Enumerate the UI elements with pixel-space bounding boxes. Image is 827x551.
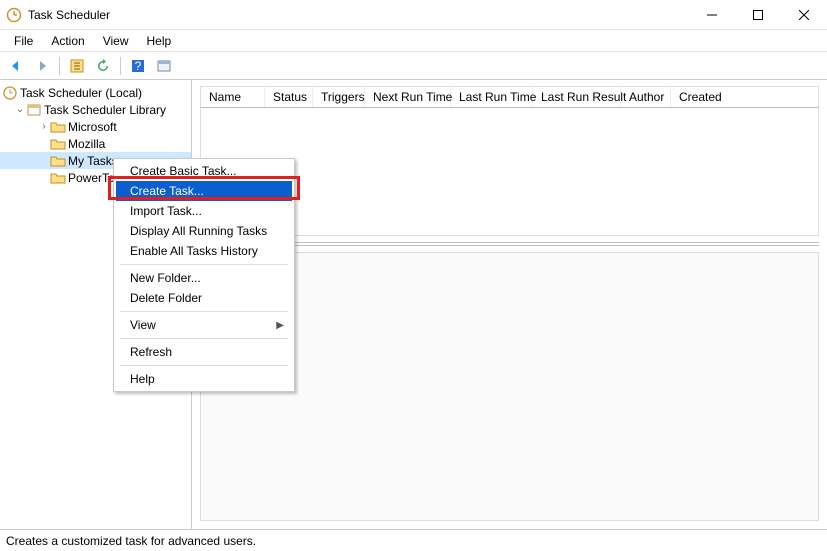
col-author[interactable]: Author xyxy=(621,87,671,107)
tree-folder-label: PowerTo xyxy=(68,171,115,185)
window-title: Task Scheduler xyxy=(28,8,689,22)
ctx-refresh[interactable]: Refresh xyxy=(116,342,292,362)
properties-button[interactable] xyxy=(152,55,176,77)
menu-action[interactable]: Action xyxy=(43,32,92,50)
library-icon xyxy=(26,102,42,118)
col-name[interactable]: Name xyxy=(201,87,265,107)
tree-folder-label: Mozilla xyxy=(68,137,105,151)
ctx-display-running-tasks[interactable]: Display All Running Tasks xyxy=(116,221,292,241)
nav-forward-button[interactable] xyxy=(30,55,54,77)
menu-help[interactable]: Help xyxy=(139,32,180,50)
ctx-enable-history[interactable]: Enable All Tasks History xyxy=(116,241,292,261)
clock-icon xyxy=(2,85,18,101)
action-button[interactable] xyxy=(65,55,89,77)
folder-icon xyxy=(50,136,66,152)
submenu-arrow-icon: ▶ xyxy=(276,320,284,331)
titlebar: Task Scheduler xyxy=(0,0,827,30)
folder-icon xyxy=(50,119,66,135)
context-menu: Create Basic Task... Create Task... Impo… xyxy=(113,158,295,392)
ctx-import-task[interactable]: Import Task... xyxy=(116,201,292,221)
tree-folder-microsoft[interactable]: › Microsoft xyxy=(0,118,191,135)
col-last-result[interactable]: Last Run Result xyxy=(533,87,621,107)
refresh-button[interactable] xyxy=(91,55,115,77)
maximize-button[interactable] xyxy=(735,0,781,30)
tree-library[interactable]: ⌄ Task Scheduler Library xyxy=(0,101,191,118)
ctx-help[interactable]: Help xyxy=(116,369,292,389)
ctx-separator xyxy=(120,365,288,366)
col-next-run[interactable]: Next Run Time xyxy=(365,87,451,107)
col-triggers[interactable]: Triggers xyxy=(313,87,365,107)
col-created[interactable]: Created xyxy=(671,87,818,107)
ctx-view[interactable]: View ▶ xyxy=(116,315,292,335)
ctx-create-task[interactable]: Create Task... xyxy=(116,181,292,201)
folder-icon xyxy=(50,170,66,186)
close-button[interactable] xyxy=(781,0,827,30)
help-button[interactable]: ? xyxy=(126,55,150,77)
ctx-separator xyxy=(120,264,288,265)
minimize-button[interactable] xyxy=(689,0,735,30)
tree-library-label: Task Scheduler Library xyxy=(44,103,166,117)
ctx-new-folder[interactable]: New Folder... xyxy=(116,268,292,288)
statusbar: Creates a customized task for advanced u… xyxy=(0,529,827,551)
tree-root[interactable]: Task Scheduler (Local) xyxy=(0,84,191,101)
ctx-separator xyxy=(120,311,288,312)
tree-root-label: Task Scheduler (Local) xyxy=(20,86,142,100)
menu-view[interactable]: View xyxy=(95,32,137,50)
ctx-separator xyxy=(120,338,288,339)
nav-back-button[interactable] xyxy=(4,55,28,77)
col-status[interactable]: Status xyxy=(265,87,313,107)
toolbar: ? xyxy=(0,52,827,80)
tree-folder-label: My Tasks xyxy=(68,154,118,168)
svg-text:?: ? xyxy=(135,59,142,73)
toolbar-separator xyxy=(59,57,60,75)
menubar: File Action View Help xyxy=(0,30,827,52)
ctx-view-label: View xyxy=(130,318,156,332)
app-icon xyxy=(6,7,22,23)
expander-icon[interactable]: › xyxy=(38,121,50,132)
tree-folder-mozilla[interactable]: Mozilla xyxy=(0,135,191,152)
ctx-create-basic-task[interactable]: Create Basic Task... xyxy=(116,161,292,181)
expander-icon[interactable]: ⌄ xyxy=(14,104,26,115)
menu-file[interactable]: File xyxy=(6,32,41,50)
ctx-delete-folder[interactable]: Delete Folder xyxy=(116,288,292,308)
statusbar-text: Creates a customized task for advanced u… xyxy=(6,534,256,548)
task-list-header: Name Status Triggers Next Run Time Last … xyxy=(200,86,819,108)
tree-folder-label: Microsoft xyxy=(68,120,117,134)
col-last-run[interactable]: Last Run Time xyxy=(451,87,533,107)
folder-icon xyxy=(50,153,66,169)
toolbar-separator xyxy=(120,57,121,75)
